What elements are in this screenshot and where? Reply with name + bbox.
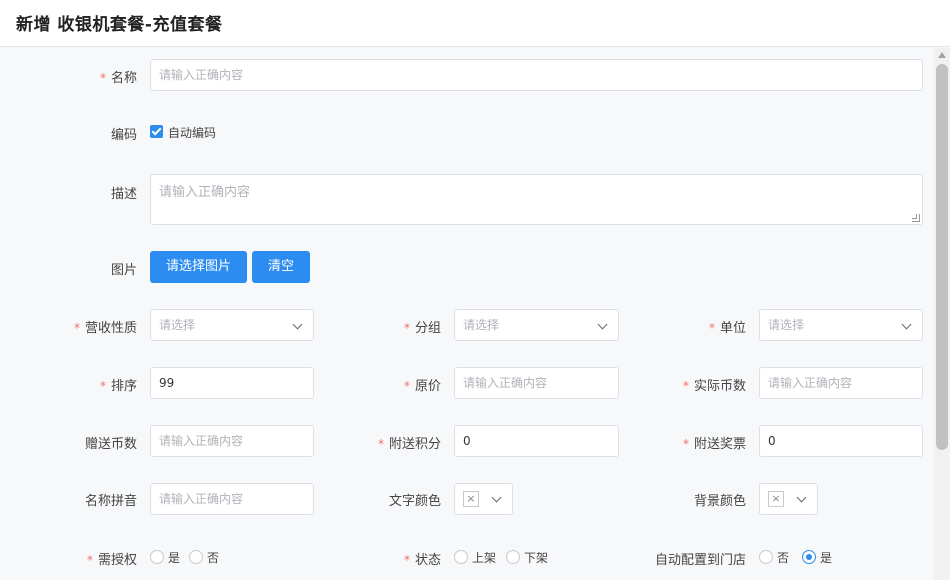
unit-select[interactable]: 请选择 [759,309,923,341]
original-price-label: * 原价 [403,379,441,394]
name-label: * 名称 [99,71,137,86]
gift-coins-input[interactable]: 请输入正确内容 [150,425,314,457]
extra-tickets-input[interactable]: 0 [759,425,923,457]
bg-color-picker[interactable]: × [759,483,818,515]
unit-placeholder: 请选择 [768,318,805,332]
chevron-down-icon [292,319,303,330]
group-select[interactable]: 请选择 [454,309,619,341]
gift-coins-label: 赠送币数 [84,437,137,452]
dialog-header: 新增 收银机套餐-充值套餐 [0,0,950,47]
extra-tickets-label: * 附送奖票 [682,437,746,452]
auto-config-yes-radio[interactable] [802,550,816,564]
revenue-type-label: * 营收性质 [73,321,137,336]
auto-config-label: 自动配置到门店 [654,553,746,568]
group-placeholder: 请选择 [463,318,500,332]
status-on-shelf-label: 上架 [472,551,497,565]
description-placeholder: 请输入正确内容 [159,185,251,200]
extra-points-input[interactable]: 0 [454,425,619,457]
group-label: * 分组 [403,321,441,336]
revenue-type-placeholder: 请选择 [159,318,196,332]
empty-color-swatch-icon: × [463,491,479,507]
needs-auth-yes-label: 是 [168,551,181,565]
sort-label: * 排序 [99,379,137,394]
code-label: 编码 [110,128,137,143]
description-textarea[interactable]: 请输入正确内容 [150,174,923,225]
empty-color-swatch-icon: × [768,491,784,507]
scroll-thumb[interactable] [936,64,948,450]
image-label: 图片 [110,263,137,278]
chevron-down-icon [901,319,912,330]
needs-auth-yes-radio[interactable] [150,550,164,564]
auto-config-no-radio[interactable] [759,550,773,564]
text-color-label: 文字颜色 [388,494,441,509]
chevron-down-icon [491,492,502,503]
name-input[interactable]: 请输入正确内容 [150,59,923,91]
original-price-input[interactable]: 请输入正确内容 [454,367,619,399]
needs-auth-no-radio[interactable] [189,550,203,564]
chevron-down-icon [597,319,608,330]
auto-config-yes-label: 是 [820,551,833,565]
auto-code-checkbox[interactable] [150,125,163,138]
bg-color-label: 背景颜色 [693,494,746,509]
actual-coins-label: * 实际币数 [682,379,746,394]
resize-handle-icon[interactable] [912,214,920,222]
text-color-picker[interactable]: × [454,483,513,515]
extra-points-label: * 附送积分 [377,437,441,452]
auto-code-label: 自动编码 [168,126,217,140]
chevron-down-icon [796,492,807,503]
status-off-shelf-label: 下架 [524,551,549,565]
status-off-shelf-radio[interactable] [506,550,520,564]
clear-image-button[interactable]: 清空 [252,251,310,283]
status-on-shelf-radio[interactable] [454,550,468,564]
auto-config-no-label: 否 [777,551,790,565]
description-label: 描述 [110,187,137,202]
revenue-type-select[interactable]: 请选择 [150,309,314,341]
scroll-up-arrow-icon[interactable] [938,52,946,58]
needs-auth-no-label: 否 [207,551,220,565]
unit-label: * 单位 [708,321,746,336]
sort-input[interactable]: 99 [150,367,314,399]
name-pinyin-input[interactable]: 请输入正确内容 [150,483,314,515]
status-label: * 状态 [403,553,441,568]
scrollbar[interactable] [934,48,950,580]
page-title: 新增 收银机套餐-充值套餐 [16,15,223,35]
needs-auth-label: * 需授权 [86,553,137,568]
name-pinyin-label: 名称拼音 [84,494,137,509]
select-image-button[interactable]: 请选择图片 [150,251,247,283]
actual-coins-input[interactable]: 请输入正确内容 [759,367,923,399]
